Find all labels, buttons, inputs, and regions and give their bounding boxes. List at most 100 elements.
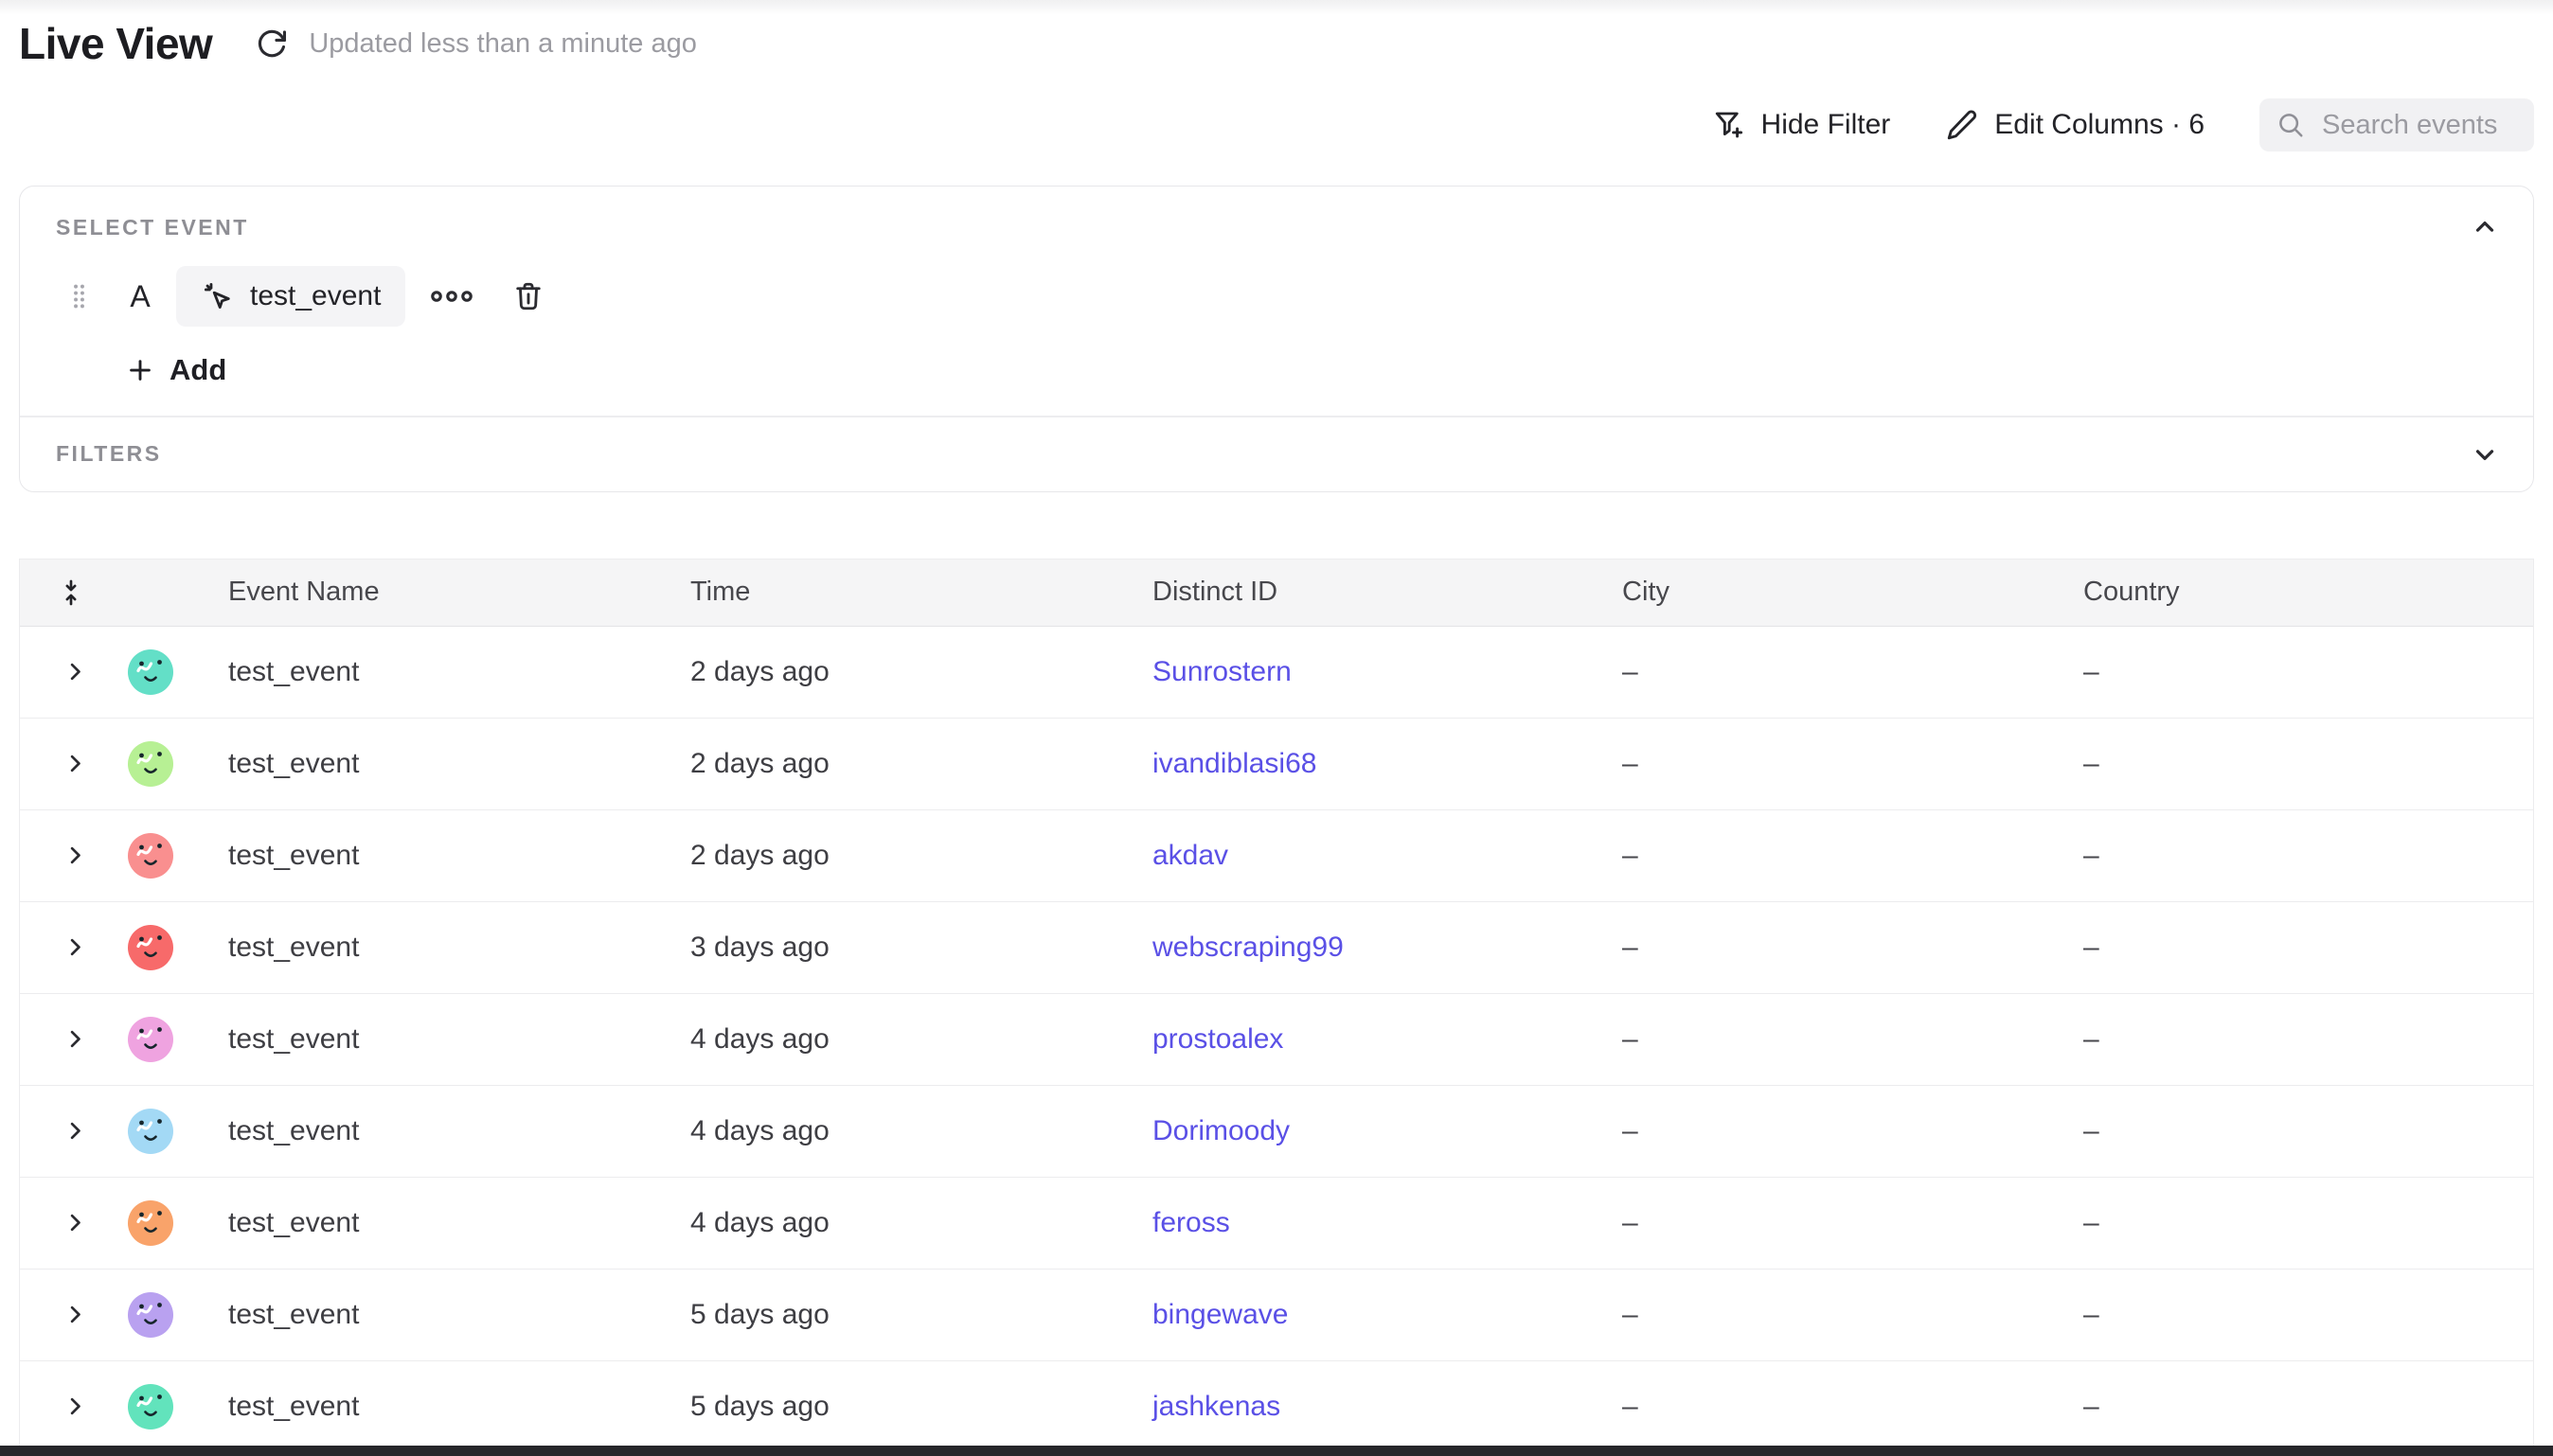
user-avatar-icon [128, 649, 173, 695]
event-options-button[interactable] [430, 284, 473, 309]
city-cell: – [1615, 840, 2076, 872]
collapse-select-event-button[interactable] [2471, 213, 2499, 241]
country-cell: – [2076, 1023, 2533, 1056]
add-label: Add [170, 353, 226, 387]
filter-plus-icon [1712, 108, 1746, 142]
user-avatar-icon [128, 1292, 173, 1338]
table-row[interactable]: test_event 2 days ago akdav – – [20, 810, 2533, 902]
add-event-button[interactable]: Add [126, 353, 226, 387]
event-name-cell: test_event [221, 1115, 683, 1147]
user-avatar-icon [128, 925, 173, 970]
event-name-cell: test_event [221, 1023, 683, 1056]
table-row[interactable]: test_event 5 days ago bingewave – – [20, 1270, 2533, 1361]
expand-row-button[interactable] [62, 1302, 88, 1327]
table-row[interactable]: test_event 2 days ago Sunrostern – – [20, 627, 2533, 719]
country-cell: – [2076, 1391, 2533, 1423]
table-row[interactable]: test_event 2 days ago ivandiblasi68 – – [20, 719, 2533, 810]
event-name-cell: test_event [221, 840, 683, 872]
series-letter: A [129, 279, 152, 314]
expand-row-button[interactable] [62, 1394, 88, 1419]
country-cell: – [2076, 748, 2533, 780]
distinct-id-link[interactable]: feross [1152, 1207, 1230, 1238]
table-row[interactable]: test_event 4 days ago prostoalex – – [20, 994, 2533, 1086]
city-cell: – [1615, 1207, 2076, 1239]
city-cell: – [1615, 1115, 2076, 1147]
expand-row-button[interactable] [62, 934, 88, 960]
chevron-up-icon [2471, 213, 2499, 241]
pencil-icon [1945, 108, 1979, 142]
country-cell: – [2076, 1115, 2533, 1147]
event-name-cell: test_event [221, 1207, 683, 1239]
table-row[interactable]: test_event 4 days ago feross – – [20, 1178, 2533, 1270]
edit-columns-button[interactable]: Edit Columns · 6 [1945, 108, 2205, 142]
delete-event-button[interactable] [511, 279, 545, 313]
event-row: A test_event [56, 266, 2499, 327]
hide-filter-label: Hide Filter [1761, 109, 1891, 141]
expand-row-button[interactable] [62, 659, 88, 684]
chevron-right-icon [62, 843, 88, 868]
live-view-page: Live View Updated less than a minute ago… [0, 0, 2553, 1456]
event-name-cell: test_event [221, 748, 683, 780]
distinct-id-link[interactable]: akdav [1152, 840, 1228, 871]
search-icon [2276, 111, 2305, 139]
time-cell: 2 days ago [683, 656, 1145, 688]
table-header: Event Name Time Distinct ID City Country [20, 559, 2533, 627]
distinct-id-link[interactable]: jashkenas [1152, 1391, 1280, 1422]
city-cell: – [1615, 656, 2076, 688]
country-cell: – [2076, 1299, 2533, 1331]
distinct-id-link[interactable]: ivandiblasi68 [1152, 748, 1316, 779]
page-header: Live View Updated less than a minute ago [19, 0, 2534, 59]
bottom-bar [0, 1446, 2553, 1456]
ellipsis-icon [430, 284, 473, 309]
chevron-right-icon [62, 1302, 88, 1327]
expand-row-button[interactable] [62, 751, 88, 776]
table-row[interactable]: test_event 5 days ago jashkenas – – [20, 1361, 2533, 1453]
user-avatar-icon [128, 1200, 173, 1246]
updated-status: Updated less than a minute ago [309, 28, 697, 60]
column-header-distinct-id: Distinct ID [1145, 577, 1615, 608]
expand-row-button[interactable] [62, 1210, 88, 1235]
search-events-box[interactable] [2259, 98, 2534, 151]
distinct-id-link[interactable]: webscraping99 [1152, 932, 1344, 963]
refresh-button[interactable] [256, 27, 288, 60]
time-cell: 2 days ago [683, 748, 1145, 780]
time-cell: 4 days ago [683, 1207, 1145, 1239]
expand-filters-button[interactable] [2471, 440, 2499, 469]
time-cell: 4 days ago [683, 1023, 1145, 1056]
query-builder-panel: SELECT EVENT [19, 186, 2534, 492]
time-cell: 5 days ago [683, 1391, 1145, 1423]
expand-row-button[interactable] [62, 1118, 88, 1144]
event-table-body: test_event 2 days ago Sunrostern – – [20, 627, 2533, 1453]
refresh-icon [256, 27, 288, 60]
search-events-input[interactable] [2320, 109, 2517, 142]
edit-columns-label: Edit Columns · 6 [1994, 109, 2205, 141]
chevron-right-icon [62, 659, 88, 684]
events-table: Event Name Time Distinct ID City Country [19, 559, 2534, 1453]
event-name-cell: test_event [221, 1299, 683, 1331]
user-avatar-icon [128, 741, 173, 787]
column-header-city: City [1615, 577, 2076, 608]
hide-filter-button[interactable]: Hide Filter [1712, 108, 1891, 142]
column-header-country: Country [2076, 577, 2533, 608]
distinct-id-link[interactable]: prostoalex [1152, 1023, 1283, 1055]
table-row[interactable]: test_event 4 days ago Dorimoody – – [20, 1086, 2533, 1178]
event-select-button[interactable]: test_event [176, 266, 405, 327]
city-cell: – [1615, 1391, 2076, 1423]
city-cell: – [1615, 932, 2076, 964]
event-chip-label: test_event [250, 280, 381, 312]
collapse-rows-icon[interactable] [56, 577, 86, 608]
distinct-id-link[interactable]: Sunrostern [1152, 656, 1292, 687]
chevron-right-icon [62, 1210, 88, 1235]
country-cell: – [2076, 656, 2533, 688]
expand-row-button[interactable] [62, 1026, 88, 1052]
user-avatar-icon [128, 1017, 173, 1062]
expand-row-button[interactable] [62, 843, 88, 868]
time-cell: 2 days ago [683, 840, 1145, 872]
toolbar: Hide Filter Edit Columns · 6 [19, 98, 2534, 151]
drag-handle-icon[interactable] [71, 282, 87, 311]
distinct-id-link[interactable]: Dorimoody [1152, 1115, 1290, 1146]
city-cell: – [1615, 1299, 2076, 1331]
table-row[interactable]: test_event 3 days ago webscraping99 – – [20, 902, 2533, 994]
plus-icon [126, 356, 154, 384]
distinct-id-link[interactable]: bingewave [1152, 1299, 1288, 1330]
